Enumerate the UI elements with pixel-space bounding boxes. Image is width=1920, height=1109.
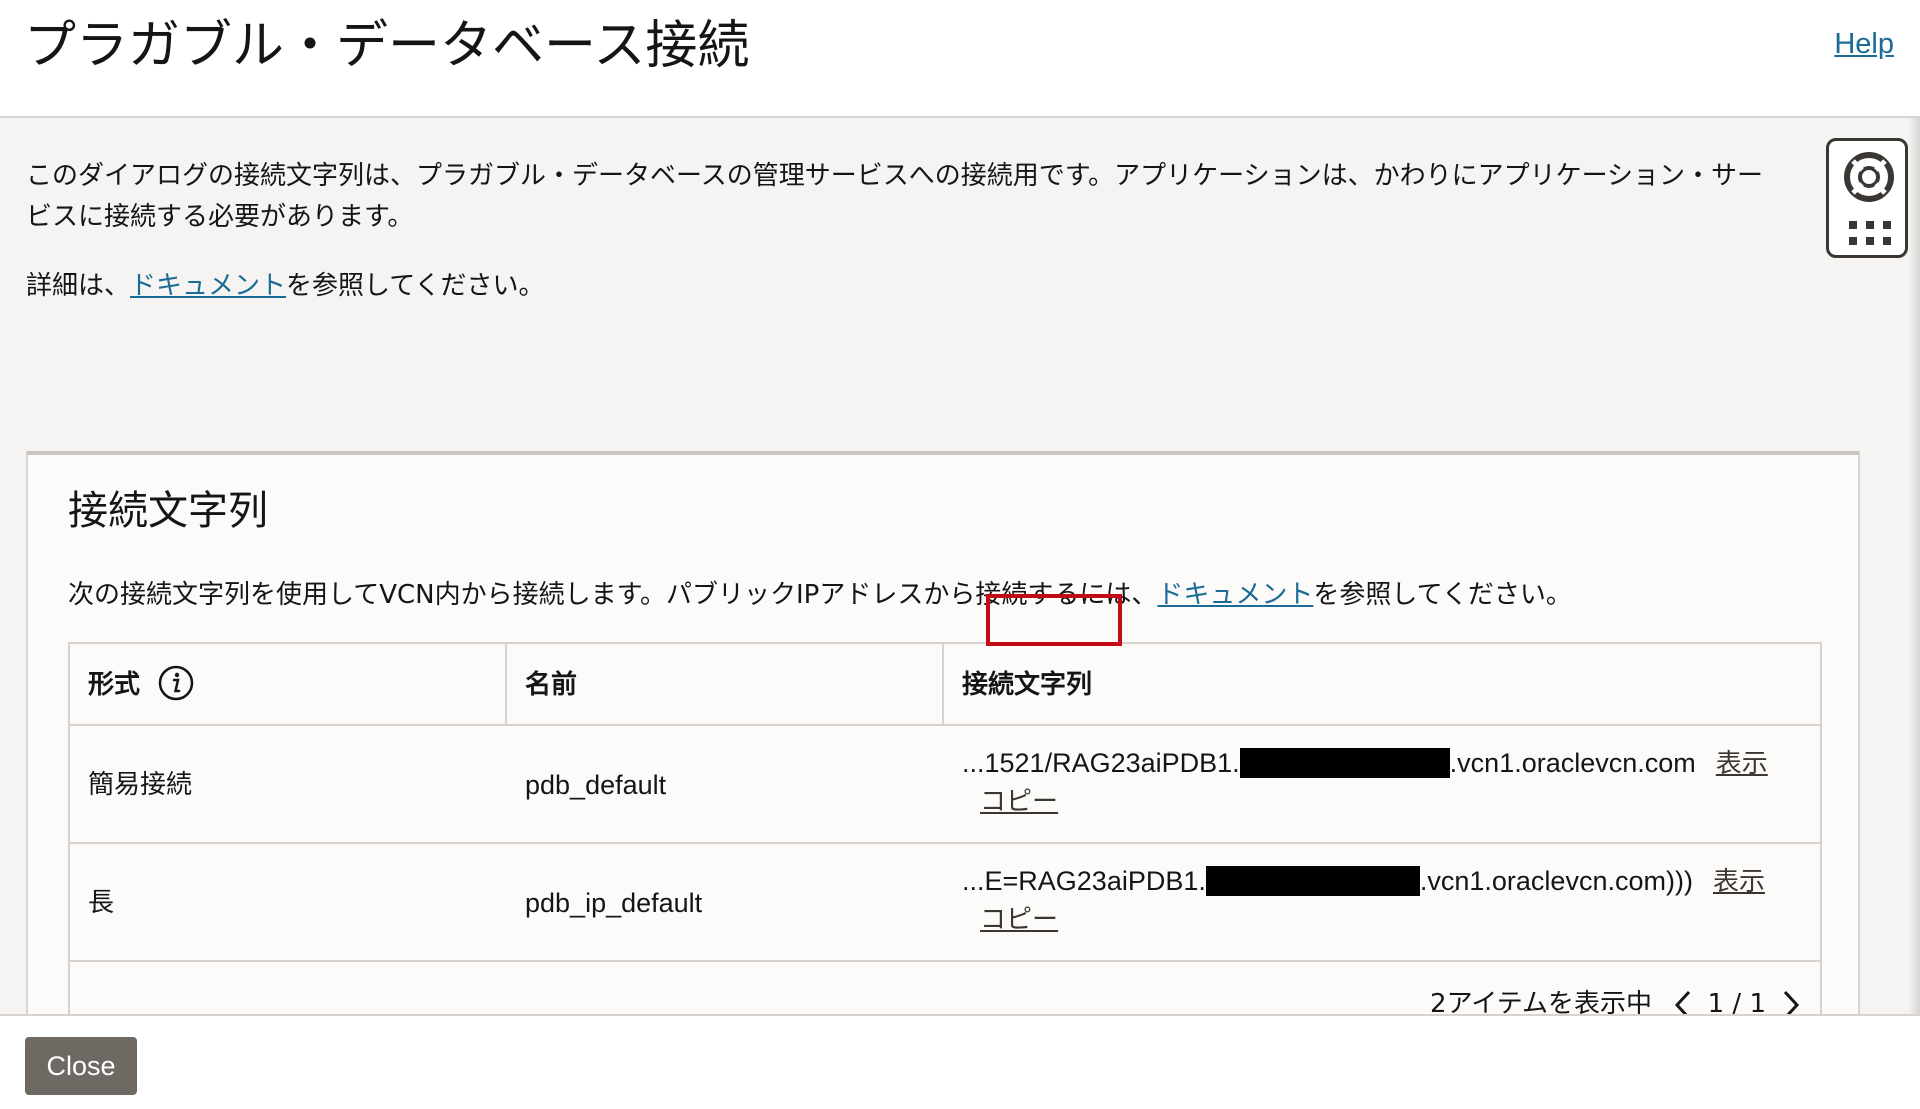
table-row: 長 pdb_ip_default ...E=RAG23aiPDB1. .vcn1.…: [70, 844, 1820, 962]
intro-line-1: このダイアログの接続文字列は、プラガブル・データベースの管理サービスへの接続用で…: [26, 161, 1764, 191]
connection-strings-card: 接続文字列 次の接続文字列を使用してVCN内から接続します。パブリックIPアドレ…: [26, 451, 1860, 1014]
detail-prefix: 詳細は、: [26, 271, 131, 301]
copy-link[interactable]: コピー: [962, 901, 1824, 939]
format-cell: 長: [88, 888, 115, 918]
table-header: 形式 名前 接続文字列: [70, 644, 1820, 726]
chevron-right-icon[interactable]: [1780, 988, 1802, 1015]
connection-string-text: ...1521/RAG23aiPDB1. .vcn1.oraclevcn.com 表…: [962, 744, 1824, 783]
column-header-format-label: 形式: [88, 670, 141, 700]
lifebuoy-icon: [1844, 152, 1894, 202]
info-icon[interactable]: [157, 664, 195, 702]
connection-string-suffix: .vcn1.oraclevcn.com: [1449, 748, 1696, 778]
format-cell: 簡易接続: [88, 770, 193, 800]
show-link[interactable]: 表示: [1713, 867, 1765, 897]
card-desc-suffix: を参照してください。: [1313, 580, 1572, 610]
table-footer: 2アイテムを表示中 1 / 1: [70, 962, 1820, 1014]
connection-string-suffix: .vcn1.oraclevcn.com))): [1419, 866, 1693, 896]
connection-string-text: ...E=RAG23aiPDB1. .vcn1.oraclevcn.com))) 表…: [962, 862, 1824, 901]
detail-text: 詳細は、ドキュメントを参照してください。: [26, 266, 544, 306]
detail-suffix: を参照してください。: [286, 271, 545, 301]
name-cell: pdb_ip_default: [525, 888, 703, 918]
panel-edge-shadow: [1908, 118, 1920, 1109]
redacted-block: [1205, 866, 1420, 896]
connection-string-prefix: ...E=RAG23aiPDB1.: [962, 866, 1206, 896]
connection-string-prefix: ...1521/RAG23aiPDB1.: [962, 748, 1240, 778]
close-button[interactable]: Close: [25, 1037, 137, 1095]
copy-highlight-box: [986, 594, 1122, 646]
help-widget[interactable]: [1826, 138, 1908, 258]
card-documentation-link[interactable]: ドキュメント: [1157, 580, 1313, 610]
redacted-block: [1239, 748, 1450, 778]
connection-string-cell: ...E=RAG23aiPDB1. .vcn1.oraclevcn.com))) 表…: [944, 844, 1824, 962]
intro-line-2: ビスに接続する必要があります。: [26, 202, 414, 232]
table-row: 簡易接続 pdb_default ...1521/RAG23aiPDB1. .vc…: [70, 726, 1820, 844]
dialog-header: プラガブル・データベース接続 Help: [0, 0, 1920, 118]
card-title: 接続文字列: [68, 488, 268, 534]
dialog-body: このダイアログの接続文字列は、プラガブル・データベースの管理サービスへの接続用で…: [0, 118, 1920, 1014]
column-header-format: 形式: [70, 644, 507, 726]
documentation-link[interactable]: ドキュメント: [130, 271, 286, 301]
grid-dots-icon[interactable]: [1849, 221, 1891, 247]
intro-text: このダイアログの接続文字列は、プラガブル・データベースの管理サービスへの接続用で…: [26, 156, 1826, 238]
card-description: 次の接続文字列を使用してVCN内から接続します。パブリックIPアドレスから接続す…: [68, 575, 1572, 615]
pagination: 1 / 1: [1672, 962, 1802, 1014]
connection-strings-table: 形式 名前 接続文字列 簡易接続 pdb_default ...1521/RAG…: [68, 642, 1822, 1014]
show-link[interactable]: 表示: [1716, 749, 1768, 779]
column-header-name: 名前: [507, 644, 944, 726]
help-link[interactable]: Help: [1834, 28, 1894, 61]
name-cell: pdb_default: [525, 770, 667, 800]
dialog-footer: Close: [0, 1014, 1920, 1109]
item-count: 2アイテムを表示中: [1430, 989, 1652, 1014]
chevron-left-icon[interactable]: [1672, 988, 1694, 1015]
copy-link[interactable]: コピー: [962, 783, 1824, 821]
connection-string-cell: ...1521/RAG23aiPDB1. .vcn1.oraclevcn.com 表…: [944, 726, 1824, 844]
page-indicator: 1 / 1: [1707, 989, 1766, 1014]
column-header-connection-string: 接続文字列: [962, 670, 1093, 700]
page-title: プラガブル・データベース接続: [24, 16, 750, 76]
